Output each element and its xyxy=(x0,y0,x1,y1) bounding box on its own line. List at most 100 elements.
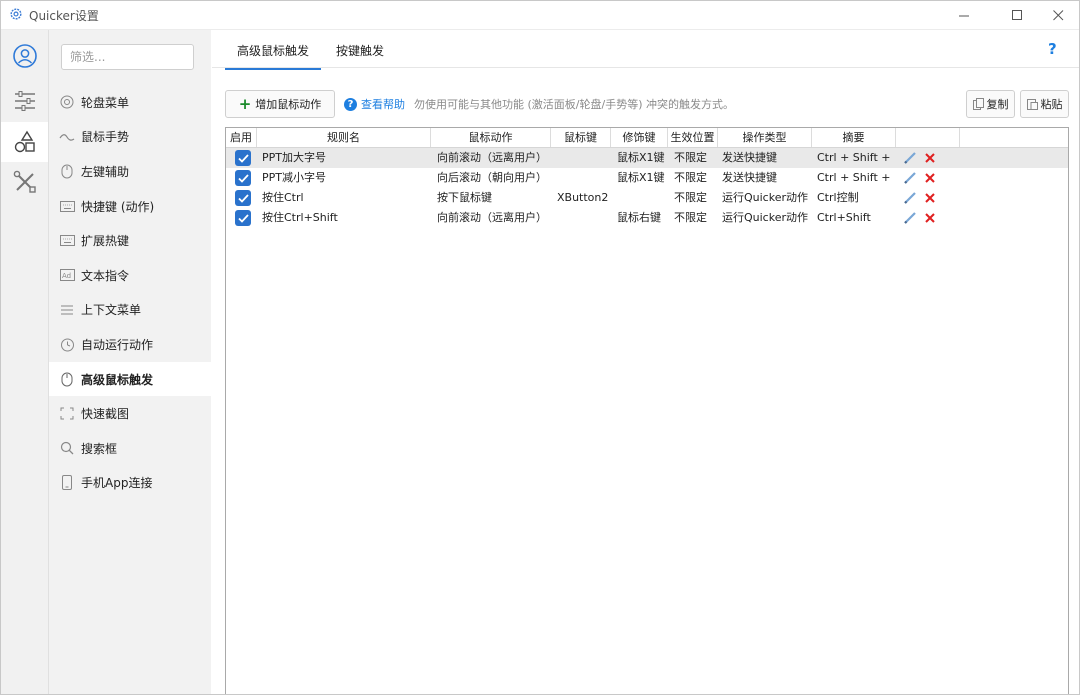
column-header-blank xyxy=(896,128,960,147)
enable-checkbox[interactable] xyxy=(235,150,251,166)
sidebar-item-label: 上下文菜单 xyxy=(81,303,142,318)
help-link[interactable]: ? 查看帮助 xyxy=(344,96,405,112)
hint-text: 勿使用可能与其他功能 (激活面板/轮盘/手势等) 冲突的触发方式。 xyxy=(414,98,734,111)
sidebar-item-label: 高级鼠标触发 xyxy=(81,372,154,387)
cell-summary: Ctrl+Shift xyxy=(817,211,871,224)
rail-tools[interactable] xyxy=(1,162,48,202)
cell-button xyxy=(557,208,611,228)
sidebar-item-label: 左键辅助 xyxy=(81,164,130,179)
shapes-icon xyxy=(14,130,35,153)
table-row[interactable]: 按住Ctrl+Shift 向前滚动（远离用户） 鼠标右键 不限定 运行Quick… xyxy=(226,208,1068,228)
menu-icon xyxy=(59,302,75,318)
cell-scope: 不限定 xyxy=(674,151,707,164)
tab-key-trigger[interactable]: 按键触发 xyxy=(336,42,384,68)
sidebar-item-context-menu[interactable]: 上下文菜单 xyxy=(49,293,211,328)
rail-settings[interactable] xyxy=(1,81,48,121)
cell-action: 向前滚动（远离用户） xyxy=(437,211,547,224)
edit-icon[interactable] xyxy=(903,191,917,205)
column-header[interactable]: 启用 xyxy=(226,128,257,147)
sidebar-item-quick-screenshot[interactable]: 快速截图 xyxy=(49,396,211,431)
sidebar-item-label: 快捷键 (动作) xyxy=(81,199,155,214)
paste-icon xyxy=(1026,99,1038,110)
sidebar-item-text-command[interactable]: Ad 文本指令 xyxy=(49,258,211,293)
sidebar-item-search-box[interactable]: 搜索框 xyxy=(49,431,211,466)
edit-icon[interactable] xyxy=(903,171,917,185)
check-icon xyxy=(237,173,249,183)
table-row[interactable]: 按住Ctrl 按下鼠标键 XButton2 不限定 运行Quicker动作 Ct… xyxy=(226,188,1068,208)
cell-scope: 不限定 xyxy=(674,191,707,204)
column-header[interactable]: 摘要 xyxy=(812,128,896,147)
sidebar-item-mobile-app[interactable]: 手机App连接 xyxy=(49,466,211,501)
help-link-label: 查看帮助 xyxy=(361,98,405,111)
sliders-icon xyxy=(14,91,35,111)
copy-label: 复制 xyxy=(986,98,1009,111)
cell-modifier: 鼠标X1键 xyxy=(617,151,665,164)
phone-icon xyxy=(59,475,75,491)
help-icon[interactable]: ? xyxy=(1048,40,1057,58)
rules-table: 启用 规则名 鼠标动作 鼠标键 修饰键 生效位置 操作类型 摘要 PPT加大字号… xyxy=(225,127,1069,694)
question-icon: ? xyxy=(344,97,357,111)
sidebar-item-extended-hotkey[interactable]: 扩展热键 xyxy=(49,223,211,258)
cell-name: PPT加大字号 xyxy=(262,151,326,164)
gesture-icon xyxy=(59,129,75,145)
cell-button: XButton2 xyxy=(557,191,609,204)
copy-button[interactable]: 复制 xyxy=(966,90,1015,118)
close-button[interactable] xyxy=(1035,1,1079,29)
column-header[interactable]: 鼠标键 xyxy=(551,128,611,147)
settings-window: Quicker设置 筛选... 轮盘菜单 鼠标手势 左键辅助 快捷键 (动作) … xyxy=(0,0,1080,695)
paste-button[interactable]: 粘贴 xyxy=(1020,90,1069,118)
enable-checkbox[interactable] xyxy=(235,190,251,206)
cell-action: 向后滚动（朝向用户） xyxy=(437,171,547,184)
cell-summary: Ctrl控制 xyxy=(817,191,859,204)
column-header[interactable]: 操作类型 xyxy=(718,128,812,147)
cell-button xyxy=(557,168,611,188)
sidebar-item-hotkey-action[interactable]: 快捷键 (动作) xyxy=(49,189,211,224)
delete-icon[interactable] xyxy=(923,171,937,185)
delete-icon[interactable] xyxy=(923,211,937,225)
title-bar: Quicker设置 xyxy=(1,1,1079,30)
cell-summary: Ctrl + Shift + . xyxy=(817,151,893,164)
minimize-button[interactable] xyxy=(941,1,987,29)
copy-icon xyxy=(972,98,984,110)
sidebar-item-label: 鼠标手势 xyxy=(81,130,130,145)
filter-input[interactable] xyxy=(61,44,194,70)
sidebar-item-advanced-mouse[interactable]: 高级鼠标触发 xyxy=(49,361,211,397)
column-header[interactable]: 规则名 xyxy=(257,128,431,147)
table-row[interactable]: PPT减小字号 向后滚动（朝向用户） 鼠标X1键 不限定 发送快捷键 Ctrl … xyxy=(226,168,1068,188)
sidebar-item-left-click-assist[interactable]: 左键辅助 xyxy=(49,154,211,189)
sidebar-item-auto-run[interactable]: 自动运行动作 xyxy=(49,327,211,362)
rail-user[interactable] xyxy=(1,36,48,76)
tab-advanced-mouse[interactable]: 高级鼠标触发 xyxy=(225,42,321,70)
sidebar: 轮盘菜单 鼠标手势 左键辅助 快捷键 (动作) 扩展热键 Ad 文本指令 xyxy=(49,30,211,694)
sidebar-item-mouse-gesture[interactable]: 鼠标手势 xyxy=(49,120,211,155)
table-row[interactable]: PPT加大字号 向前滚动（远离用户） 鼠标X1键 不限定 发送快捷键 Ctrl … xyxy=(226,148,1068,168)
maximize-button[interactable] xyxy=(994,1,1040,29)
sidebar-item-label: 搜索框 xyxy=(81,441,118,456)
delete-icon[interactable] xyxy=(923,191,937,205)
sidebar-item-label: 文本指令 xyxy=(81,268,130,283)
cell-op: 发送快捷键 xyxy=(722,171,777,184)
wheel-icon xyxy=(59,94,75,110)
delete-icon[interactable] xyxy=(923,151,937,165)
column-header[interactable]: 修饰键 xyxy=(611,128,668,147)
sidebar-item-label: 自动运行动作 xyxy=(81,337,154,352)
check-icon xyxy=(237,193,249,203)
enable-checkbox[interactable] xyxy=(235,210,251,226)
cell-op: 运行Quicker动作 xyxy=(722,191,809,204)
add-mouse-action-button[interactable]: + 增加鼠标动作 xyxy=(225,90,335,118)
cell-button xyxy=(557,148,611,168)
column-header[interactable]: 生效位置 xyxy=(668,128,718,147)
edit-icon[interactable] xyxy=(903,151,917,165)
column-header[interactable]: 鼠标动作 xyxy=(431,128,551,147)
edit-icon[interactable] xyxy=(903,211,917,225)
cell-op: 发送快捷键 xyxy=(722,151,777,164)
enable-checkbox[interactable] xyxy=(235,170,251,186)
cell-name: PPT减小字号 xyxy=(262,171,326,184)
cell-action: 按下鼠标键 xyxy=(437,191,492,204)
gear-icon xyxy=(10,8,22,20)
table-header: 启用 规则名 鼠标动作 鼠标键 修饰键 生效位置 操作类型 摘要 xyxy=(226,128,1068,148)
sidebar-item-wheel-menu[interactable]: 轮盘菜单 xyxy=(49,85,211,120)
tools-icon xyxy=(13,170,36,193)
rail-triggers[interactable] xyxy=(1,122,48,162)
add-button-label: 增加鼠标动作 xyxy=(255,98,322,111)
